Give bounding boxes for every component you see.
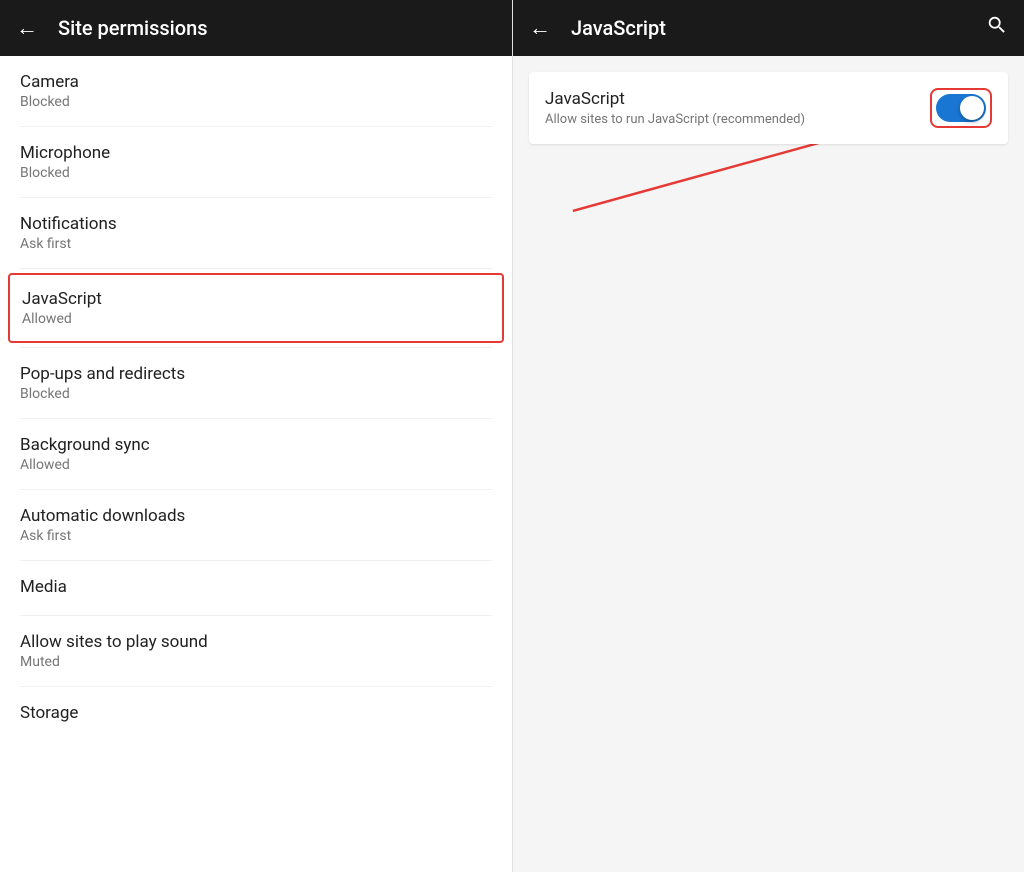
automatic-downloads-subtitle: Ask first <box>20 528 492 544</box>
javascript-setting-title: JavaScript <box>545 89 805 109</box>
javascript-item[interactable]: JavaScript Allowed <box>8 273 504 343</box>
microphone-title: Microphone <box>20 143 492 163</box>
javascript-setting-row: JavaScript Allow sites to run JavaScript… <box>529 72 1008 144</box>
camera-title: Camera <box>20 72 492 92</box>
right-panel: ← JavaScript JavaScript Allow sites to r… <box>512 0 1024 872</box>
javascript-subtitle: Allowed <box>22 311 490 327</box>
automatic-downloads-item[interactable]: Automatic downloads Ask first <box>0 490 512 560</box>
media-title: Media <box>20 577 492 597</box>
permissions-list: Camera Blocked Microphone Blocked Notifi… <box>0 56 512 872</box>
popups-subtitle: Blocked <box>20 386 492 402</box>
notifications-title: Notifications <box>20 214 492 234</box>
left-header-title: Site permissions <box>58 16 208 40</box>
camera-subtitle: Blocked <box>20 94 492 110</box>
left-back-icon[interactable]: ← <box>16 15 38 41</box>
right-header-title: JavaScript <box>571 16 986 40</box>
search-icon[interactable] <box>986 14 1008 42</box>
popups-item[interactable]: Pop-ups and redirects Blocked <box>0 348 512 418</box>
camera-item[interactable]: Camera Blocked <box>0 56 512 126</box>
popups-title: Pop-ups and redirects <box>20 364 492 384</box>
microphone-item[interactable]: Microphone Blocked <box>0 127 512 197</box>
divider <box>20 268 492 269</box>
allow-sound-subtitle: Muted <box>20 654 492 670</box>
background-sync-item[interactable]: Background sync Allowed <box>0 419 512 489</box>
javascript-title: JavaScript <box>22 289 490 309</box>
right-content: JavaScript Allow sites to run JavaScript… <box>513 56 1024 872</box>
right-header: ← JavaScript <box>513 0 1024 56</box>
background-sync-title: Background sync <box>20 435 492 455</box>
storage-title: Storage <box>20 703 492 723</box>
javascript-setting-info: JavaScript Allow sites to run JavaScript… <box>545 89 805 127</box>
javascript-toggle[interactable] <box>936 94 986 122</box>
allow-sound-title: Allow sites to play sound <box>20 632 492 652</box>
left-header: ← Site permissions <box>0 0 512 56</box>
allow-sound-item[interactable]: Allow sites to play sound Muted <box>0 616 512 686</box>
storage-item[interactable]: Storage <box>0 687 512 741</box>
right-back-icon[interactable]: ← <box>529 15 551 41</box>
javascript-toggle-wrapper <box>930 88 992 128</box>
automatic-downloads-title: Automatic downloads <box>20 506 492 526</box>
toggle-knob <box>960 96 984 120</box>
notifications-subtitle: Ask first <box>20 236 492 252</box>
left-panel: ← Site permissions Camera Blocked Microp… <box>0 0 512 872</box>
microphone-subtitle: Blocked <box>20 165 492 181</box>
notifications-item[interactable]: Notifications Ask first <box>0 198 512 268</box>
media-item[interactable]: Media <box>0 561 512 615</box>
javascript-setting-desc: Allow sites to run JavaScript (recommend… <box>545 112 805 127</box>
background-sync-subtitle: Allowed <box>20 457 492 473</box>
